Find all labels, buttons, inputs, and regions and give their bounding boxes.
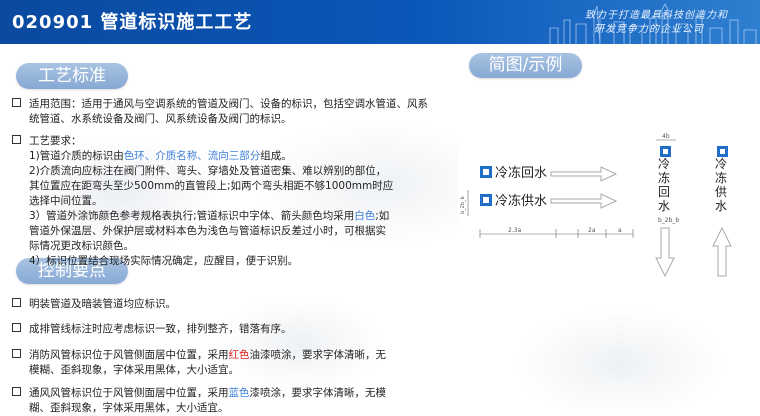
control-item-4: 通风风管标识位于风管侧面居中位置，采用蓝色漆喷涂，要求字体清晰，无模 糊、歪斜现…	[12, 386, 452, 416]
control-item-2: 成排管线标注时应考虑标识一致，排列整齐，错落有序。	[12, 322, 452, 337]
svg-text:冷: 冷	[715, 157, 727, 171]
supply-water-text: 冷冻供水	[495, 193, 547, 209]
svg-text:水: 水	[658, 199, 670, 213]
return-water-vertical-label: 4b 冷 冻 回 水 b_2b_b	[655, 133, 679, 278]
svg-text:回: 回	[658, 185, 670, 199]
checkbox-bullet-icon	[12, 298, 21, 307]
control-item-1: 明装管道及暗装管道均应标识。	[12, 297, 452, 312]
supply-water-horizontal-label: 冷冻供水	[480, 193, 618, 209]
diagram-drawing: 冷冻回水 冷冻供水 2.3a 2a a b_2b_b 4b 冷 冻 回 水 b_…	[460, 133, 732, 278]
header-bar: 020901 管道标识施工工艺 致力于打造最具科技创造力和 研发竞争力的企业公司	[0, 0, 760, 44]
return-water-horizontal-label: 冷冻回水	[480, 165, 618, 182]
svg-text:冻: 冻	[658, 170, 670, 185]
slogan-line-1: 致力于打造最具科技创造力和	[585, 10, 728, 21]
checkbox-bullet-icon	[12, 98, 21, 107]
section-title-diagram: 简图/示例	[469, 53, 582, 78]
checkbox-bullet-icon	[12, 135, 21, 144]
dim-label-2-3a: 2.3a	[508, 227, 522, 234]
checkbox-bullet-icon	[12, 349, 21, 358]
return-water-text: 冷冻回水	[495, 165, 547, 181]
svg-text:供: 供	[715, 185, 727, 199]
scope-paragraph: 适用范围：适用于通风与空调系统的管道及阀门、设备的标识，包括空调水管道、风系 统…	[12, 97, 452, 127]
control-item-3: 消防风管标识位于风管侧面居中位置，采用红色油漆喷涂，要求字体清晰，无 模糊、歪斜…	[12, 348, 452, 378]
dim-label-4b: 4b	[662, 133, 670, 140]
dim-label-b2bb: b_2b_b	[658, 217, 679, 224]
supply-water-vertical-label: 冷 冻 供 水	[712, 146, 732, 277]
svg-text:水: 水	[715, 199, 727, 213]
dim-label-2a: 2a	[588, 227, 596, 234]
checkbox-bullet-icon	[12, 323, 21, 332]
dim-label-a: a	[618, 227, 622, 234]
svg-text:冻: 冻	[715, 170, 727, 185]
svg-text:冷: 冷	[658, 157, 670, 171]
page-title: 020901 管道标识施工工艺	[12, 12, 253, 33]
slogan-line-2: 研发竞争力的企业公司	[594, 24, 704, 35]
section-title-standard: 工艺标准	[16, 63, 128, 89]
pipe-label-diagram: 冷冻回水 冷冻供水 2.3a 2a a b_2b_b 4b 冷 冻 回 水 b_…	[458, 116, 760, 282]
dim-label-b2bb-left: b_2b_b	[460, 196, 466, 214]
checkbox-bullet-icon	[12, 387, 21, 396]
requirements-paragraph: 工艺要求： 1)管道介质的标识由色环、介质名称、流向三部分组成。 2)介质流向应…	[12, 134, 452, 269]
